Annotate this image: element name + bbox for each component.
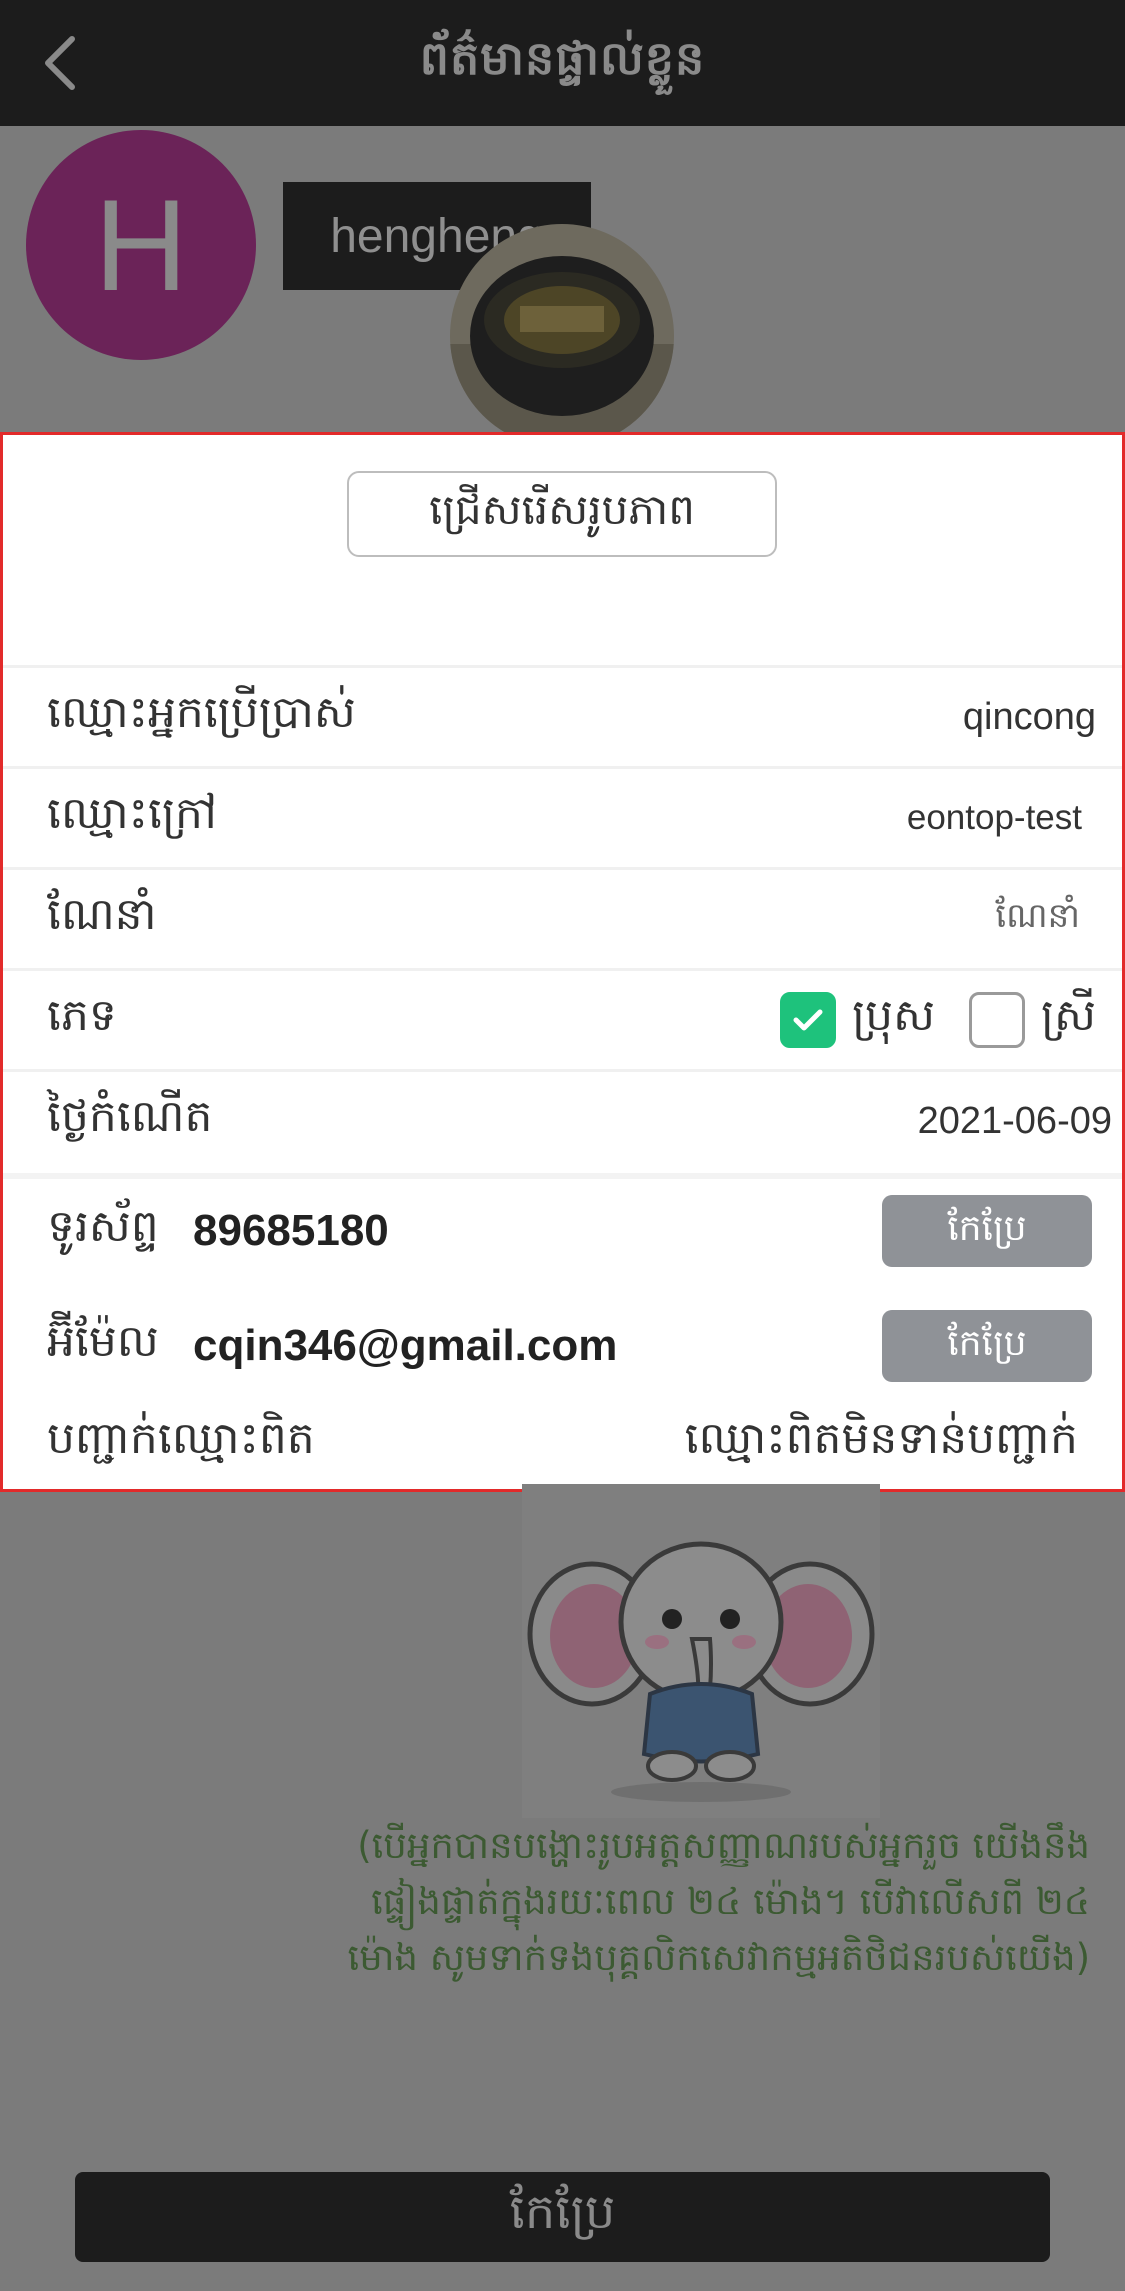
female-checkbox[interactable] (969, 992, 1025, 1048)
phone-label: ទូរស័ព្ទ (47, 1201, 159, 1252)
male-checkbox[interactable] (780, 992, 837, 1048)
avatar[interactable]: H (26, 130, 256, 360)
verification-notice: (បើអ្នកបានបង្ហោះរូបអត្តសញ្ញាណរបស់អ្នករួច… (347, 1824, 1090, 1979)
username-label: ឈ្មោះអ្នកប្រើប្រាស់ (47, 687, 356, 738)
gender-options: ប្រុស ស្រី (780, 988, 1096, 1052)
real-name-verify-row[interactable]: បញ្ជាក់ឈ្មោះពិត ឈ្មោះពិតមិនទាន់បញ្ជាក់ (3, 1403, 1122, 1483)
real-name-verify-status[interactable]: ឈ្មោះពិតមិនទាន់បញ្ជាក់ (685, 1411, 1078, 1475)
chevron-left-icon (45, 36, 75, 90)
birthday-row[interactable]: ថ្ងៃកំណើត 2021-06-09 (3, 1069, 1122, 1170)
nickname-value[interactable]: eontop-test (907, 798, 1082, 838)
choose-photo-button[interactable]: ជ្រើសរើសរូបភាព (347, 471, 777, 557)
edit-phone-button[interactable]: កែប្រែ (882, 1195, 1092, 1267)
elephant-mascot-image (522, 1484, 880, 1818)
email-label: អ៊ីម៉ែល (47, 1316, 159, 1367)
submit-button[interactable]: កែប្រែ (75, 2172, 1050, 2262)
username-value: qincong (962, 695, 1096, 738)
phone-value: 89685180 (193, 1206, 389, 1255)
check-icon (793, 1009, 823, 1031)
referrer-label: ណែនាំ (47, 889, 157, 940)
gender-label: ភេទ (47, 990, 117, 1041)
real-name-verify-label: បញ្ជាក់ឈ្មោះពិត (47, 1413, 315, 1464)
profile-form-panel: ជ្រើសរើសរូបភាព ឈ្មោះអ្នកប្រើប្រាស់ qinco… (0, 432, 1125, 1492)
back-button[interactable] (30, 28, 90, 98)
birthday-value[interactable]: 2021-06-09 (918, 1100, 1112, 1143)
nickname-row[interactable]: ឈ្មោះក្រៅ eontop-test (3, 766, 1122, 867)
email-value: cqin346@gmail.com (193, 1321, 618, 1370)
birthday-label: ថ្ងៃកំណើត (47, 1091, 213, 1142)
referrer-input[interactable]: ណែនាំ (995, 894, 1080, 944)
profile-header: H hengheng (0, 126, 1125, 448)
email-row: អ៊ីម៉ែល cqin346@gmail.com កែប្រែ (3, 1291, 1122, 1401)
referrer-row[interactable]: ណែនាំ ណែនាំ (3, 867, 1122, 968)
profile-photo-image (450, 224, 674, 448)
nickname-label: ឈ្មោះក្រៅ (47, 788, 217, 839)
username-row: ឈ្មោះអ្នកប្រើប្រាស់ qincong (3, 665, 1122, 766)
gender-row: ភេទ ប្រុស ស្រី (3, 968, 1122, 1069)
male-label[interactable]: ប្រុស (852, 988, 935, 1052)
edit-email-button[interactable]: កែប្រែ (882, 1310, 1092, 1382)
page-title: ព័ត៌មានផ្ទាល់ខ្លួន (419, 30, 706, 85)
top-bar: ព័ត៌មានផ្ទាល់ខ្លួន (0, 0, 1125, 126)
phone-row: ទូរស័ព្ទ 89685180 កែប្រែ (3, 1173, 1122, 1283)
female-label[interactable]: ស្រី (1041, 988, 1096, 1052)
